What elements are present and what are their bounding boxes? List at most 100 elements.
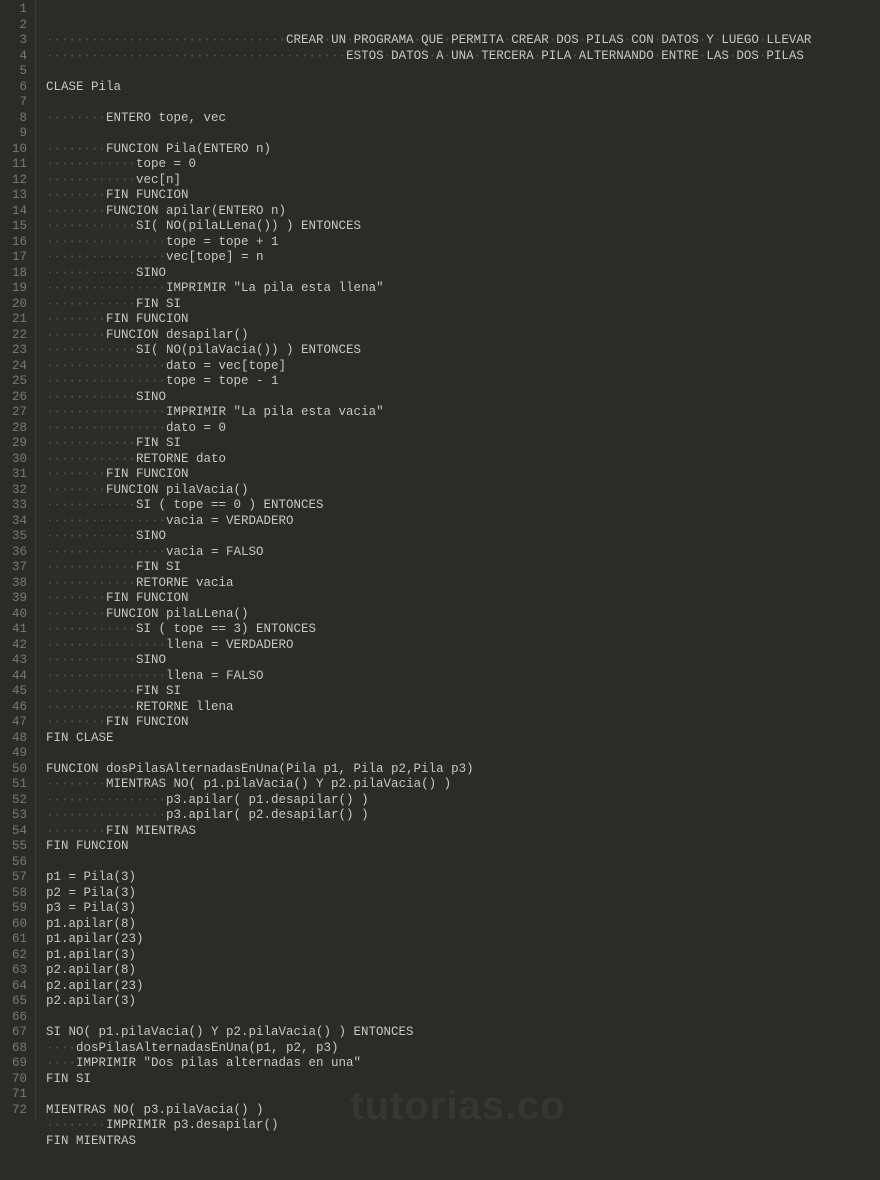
code-line[interactable]: ············SINO (46, 390, 880, 406)
code-line[interactable]: ····dosPilasAlternadasEnUna(p1, p2, p3) (46, 1041, 880, 1057)
code-line[interactable]: FIN CLASE (46, 731, 880, 747)
code-line[interactable] (46, 126, 880, 142)
code-line[interactable]: p1 = Pila(3) (46, 870, 880, 886)
line-number: 7 (0, 95, 27, 111)
code-line[interactable]: ········FIN FUNCION (46, 715, 880, 731)
code-line[interactable]: p2.apilar(23) (46, 979, 880, 995)
code-line[interactable]: ········IMPRIMIR p3.desapilar() (46, 1118, 880, 1134)
code-line[interactable]: ········FIN MIENTRAS (46, 824, 880, 840)
line-number: 41 (0, 622, 27, 638)
code-line[interactable]: ········FIN FUNCION (46, 312, 880, 328)
code-line[interactable]: ············FIN SI (46, 436, 880, 452)
code-line[interactable]: p2.apilar(3) (46, 994, 880, 1010)
code-line[interactable]: ············RETORNE llena (46, 700, 880, 716)
code-line[interactable]: p2.apilar(8) (46, 963, 880, 979)
code-text: dosPilasAlternadasEnUna(p1, p2, p3) (76, 1041, 339, 1055)
code-line[interactable]: ········FUNCION desapilar() (46, 328, 880, 344)
code-line[interactable]: ············SINO (46, 529, 880, 545)
line-number: 58 (0, 886, 27, 902)
code-line[interactable]: ················IMPRIMIR "La pila esta v… (46, 405, 880, 421)
code-text: FIN FUNCION (106, 591, 189, 605)
code-line[interactable]: FUNCION dosPilasAlternadasEnUna(Pila p1,… (46, 762, 880, 778)
line-number: 59 (0, 901, 27, 917)
code-line[interactable]: ········ENTERO tope, vec (46, 111, 880, 127)
code-line[interactable] (46, 64, 880, 80)
code-line[interactable]: ················llena = VERDADERO (46, 638, 880, 654)
code-text: tope = tope - 1 (166, 374, 279, 388)
code-line[interactable]: p1.apilar(8) (46, 917, 880, 933)
code-line[interactable]: ············SI( NO(pilaLLena()) ) ENTONC… (46, 219, 880, 235)
code-line[interactable]: MIENTRAS NO( p3.pilaVacia() ) (46, 1103, 880, 1119)
code-line[interactable] (46, 1010, 880, 1026)
code-line[interactable]: ········FIN FUNCION (46, 188, 880, 204)
code-line[interactable]: ····IMPRIMIR "Dos pilas alternadas en un… (46, 1056, 880, 1072)
line-number: 34 (0, 514, 27, 530)
line-number: 27 (0, 405, 27, 421)
code-text: FUNCION desapilar() (106, 328, 249, 342)
code-line[interactable]: SI NO( p1.pilaVacia() Y p2.pilaVacia() )… (46, 1025, 880, 1041)
code-line[interactable]: ················p3.apilar( p1.desapilar(… (46, 793, 880, 809)
code-line[interactable]: FIN MIENTRAS (46, 1134, 880, 1150)
code-line[interactable]: ········FIN FUNCION (46, 591, 880, 607)
code-line[interactable]: ········································… (46, 49, 880, 65)
code-line[interactable]: p2 = Pila(3) (46, 886, 880, 902)
code-line[interactable]: ············SI ( tope == 3) ENTONCES (46, 622, 880, 638)
code-text: FIN SI (136, 297, 181, 311)
code-line[interactable]: ············RETORNE vacia (46, 576, 880, 592)
code-line[interactable]: ············SINO (46, 653, 880, 669)
line-number: 6 (0, 80, 27, 96)
line-number: 29 (0, 436, 27, 452)
code-line[interactable]: ················vec[tope] = n (46, 250, 880, 266)
line-number-gutter: 1234567891011121314151617181920212223242… (0, 0, 36, 1120)
code-line[interactable]: ············FIN SI (46, 560, 880, 576)
code-line[interactable]: ········FUNCION Pila(ENTERO n) (46, 142, 880, 158)
code-line[interactable]: ········FUNCION pilaVacia() (46, 483, 880, 499)
code-line[interactable]: ················IMPRIMIR "La pila esta l… (46, 281, 880, 297)
code-line[interactable]: ············SI ( tope == 0 ) ENTONCES (46, 498, 880, 514)
code-line[interactable] (46, 1087, 880, 1103)
code-line[interactable]: CLASE Pila (46, 80, 880, 96)
code-area[interactable]: ································CREAR·UN… (36, 0, 880, 1120)
code-line[interactable]: ········FUNCION pilaLLena() (46, 607, 880, 623)
line-number: 35 (0, 529, 27, 545)
code-line[interactable]: FIN SI (46, 1072, 880, 1088)
code-line[interactable]: ································CREAR·UN… (46, 33, 880, 49)
code-text: IMPRIMIR p3.desapilar() (106, 1118, 279, 1132)
line-number: 2 (0, 18, 27, 34)
code-line[interactable] (46, 95, 880, 111)
code-line[interactable]: ················p3.apilar( p2.desapilar(… (46, 808, 880, 824)
code-line[interactable]: ············vec[n] (46, 173, 880, 189)
code-text: tope = 0 (136, 157, 196, 171)
code-line[interactable]: ············SINO (46, 266, 880, 282)
code-line[interactable] (46, 746, 880, 762)
code-line[interactable]: ················vacia = FALSO (46, 545, 880, 561)
code-editor[interactable]: 1234567891011121314151617181920212223242… (0, 0, 880, 1120)
code-line[interactable]: ················llena = FALSO (46, 669, 880, 685)
code-line[interactable]: ············SI( NO(pilaVacia()) ) ENTONC… (46, 343, 880, 359)
code-line[interactable]: ················dato = vec[tope] (46, 359, 880, 375)
code-line[interactable]: ············FIN SI (46, 684, 880, 700)
code-line[interactable]: p1.apilar(3) (46, 948, 880, 964)
code-line[interactable]: ················tope = tope + 1 (46, 235, 880, 251)
code-line[interactable]: ········MIENTRAS NO( p1.pilaVacia() Y p2… (46, 777, 880, 793)
code-line[interactable]: p1.apilar(23) (46, 932, 880, 948)
code-line[interactable]: ················vacia = VERDADERO (46, 514, 880, 530)
code-line[interactable]: ············RETORNE dato (46, 452, 880, 468)
code-text: p2.apilar(23) (46, 979, 144, 993)
code-line[interactable]: ············FIN SI (46, 297, 880, 313)
code-line[interactable]: ················tope = tope - 1 (46, 374, 880, 390)
code-line[interactable]: ········FUNCION apilar(ENTERO n) (46, 204, 880, 220)
code-text: FIN FUNCION (106, 188, 189, 202)
code-line[interactable]: ················dato = 0 (46, 421, 880, 437)
line-number: 53 (0, 808, 27, 824)
line-number: 54 (0, 824, 27, 840)
code-line[interactable] (46, 855, 880, 871)
code-line[interactable]: ········FIN FUNCION (46, 467, 880, 483)
line-number: 64 (0, 979, 27, 995)
code-line[interactable]: p3 = Pila(3) (46, 901, 880, 917)
code-text: RETORNE dato (136, 452, 226, 466)
line-number: 51 (0, 777, 27, 793)
code-line[interactable]: FIN FUNCION (46, 839, 880, 855)
code-line[interactable]: ············tope = 0 (46, 157, 880, 173)
line-number: 32 (0, 483, 27, 499)
